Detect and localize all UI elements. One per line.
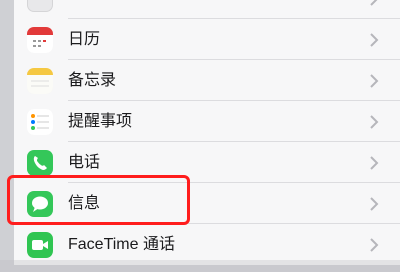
chevron-right-icon bbox=[370, 0, 378, 6]
settings-row-reminders[interactable]: 提醒事项 bbox=[14, 101, 400, 142]
settings-list: 日历 备忘录 提醒事项 电话 信息 FaceTime 通话 bbox=[14, 0, 400, 265]
chevron-right-icon bbox=[370, 197, 379, 211]
phone-icon bbox=[27, 150, 53, 176]
settings-screen: 日历 备忘录 提醒事项 电话 信息 FaceTime 通话 bbox=[0, 0, 400, 272]
chevron-right-icon bbox=[370, 74, 379, 88]
facetime-icon bbox=[27, 232, 53, 258]
reminders-icon bbox=[27, 109, 53, 135]
highlight-box bbox=[7, 175, 190, 225]
notes-icon bbox=[27, 68, 53, 94]
chevron-right-icon bbox=[370, 33, 379, 47]
settings-row-label: 提醒事项 bbox=[68, 113, 133, 130]
settings-row-label: 备忘录 bbox=[68, 72, 117, 89]
settings-row-label: 日历 bbox=[68, 31, 101, 48]
chevron-right-icon bbox=[370, 156, 379, 170]
chevron-right-icon bbox=[370, 115, 379, 129]
settings-row-top[interactable] bbox=[14, 0, 400, 19]
bottom-shade bbox=[0, 260, 400, 272]
settings-row-calendar[interactable]: 日历 bbox=[14, 19, 400, 60]
chevron-right-icon bbox=[370, 238, 379, 252]
settings-row-notes[interactable]: 备忘录 bbox=[14, 60, 400, 101]
settings-row-label: FaceTime 通话 bbox=[68, 236, 175, 253]
calendar-icon bbox=[27, 27, 53, 53]
app-icon bbox=[27, 0, 53, 12]
settings-row-facetime[interactable]: FaceTime 通话 bbox=[14, 224, 400, 265]
